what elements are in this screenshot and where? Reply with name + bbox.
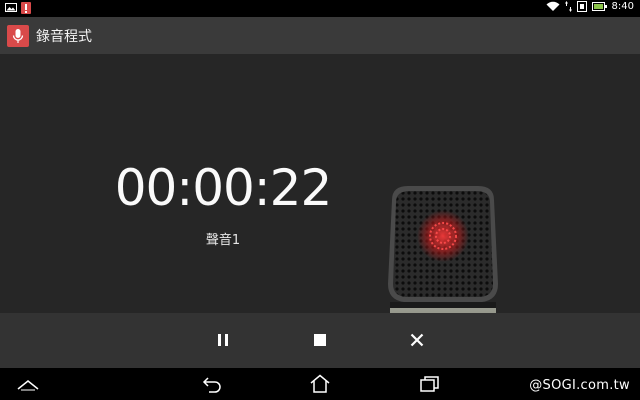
discard-button[interactable] [404, 327, 430, 353]
app-icon [7, 24, 29, 47]
back-button[interactable] [200, 373, 224, 395]
home-button[interactable] [308, 373, 332, 395]
recent-apps-icon [420, 376, 439, 392]
recording-controls [0, 313, 640, 368]
photo-notification-icon [5, 3, 17, 12]
clock: 8:40 [611, 1, 634, 12]
stop-button[interactable] [307, 327, 333, 353]
alert-notification-icon [21, 2, 31, 14]
chevron-up-icon [17, 380, 39, 391]
home-icon [310, 374, 330, 393]
stop-icon [314, 334, 326, 346]
watermark: @SOGI.com.tw [529, 378, 630, 393]
battery-icon [591, 2, 607, 11]
pause-icon [218, 334, 228, 346]
recorder-panel: 00:00:22 聲音1 [0, 54, 640, 356]
hide-keyboard-button[interactable] [16, 373, 40, 395]
signal-icon [576, 1, 587, 12]
close-icon [410, 333, 424, 347]
elapsed-time: 00:00:22 [114, 159, 333, 217]
action-bar: 錄音程式 [0, 17, 640, 54]
microphone-icon [12, 28, 24, 43]
status-bar: 8:40 [0, 0, 640, 17]
data-transfer-icon [564, 1, 572, 12]
app-title: 錄音程式 [36, 28, 92, 45]
recording-name: 聲音1 [205, 233, 241, 248]
back-icon [202, 377, 221, 393]
wifi-icon [546, 1, 560, 11]
pause-button[interactable] [210, 327, 236, 353]
system-status: 8:40 [546, 1, 634, 12]
navigation-bar: @SOGI.com.tw [0, 368, 640, 400]
notification-icons [5, 2, 31, 14]
recent-apps-button[interactable] [418, 373, 442, 395]
